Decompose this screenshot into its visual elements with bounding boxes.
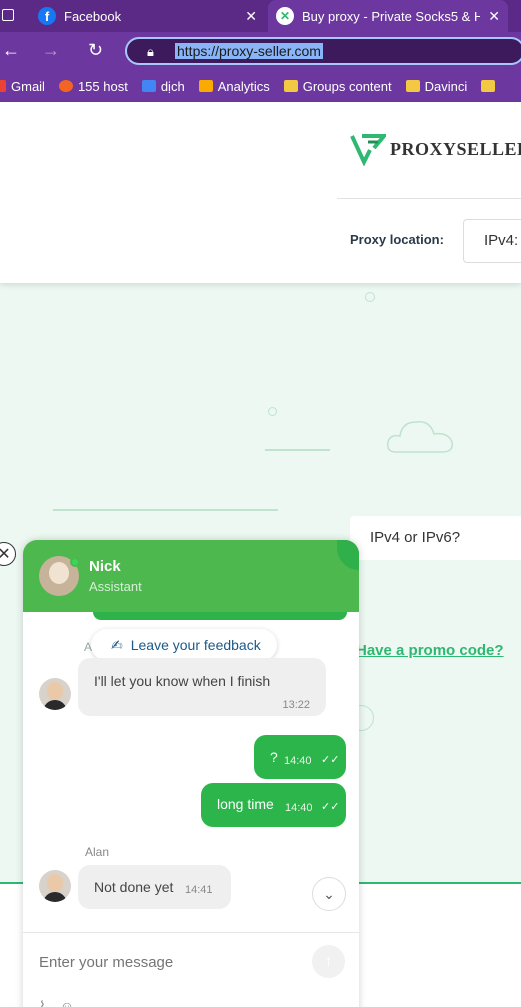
host-icon	[58, 80, 73, 92]
header-corner-decor	[337, 540, 359, 570]
logo-mark-icon	[350, 134, 386, 166]
send-button[interactable]: ↑	[312, 945, 345, 978]
message-text: long time	[217, 796, 274, 812]
chat-header: Nick Assistant	[23, 540, 359, 612]
bookmark-label: Davinci	[424, 78, 468, 94]
message-input[interactable]	[39, 947, 299, 977]
message-bubble-incoming: I'll let you know when I finish 13:22	[78, 658, 326, 716]
decor-line	[265, 449, 330, 451]
gmail-icon	[0, 80, 6, 92]
tab-proxyseller[interactable]: ✕ Buy proxy - Private Socks5 & HT ✕	[268, 0, 508, 32]
header-divider	[337, 198, 521, 199]
sender-name: Alan	[85, 845, 110, 859]
promo-code-link[interactable]: Have a promo code?	[356, 642, 504, 659]
emoji-icon[interactable]: ☺	[60, 998, 74, 1007]
bookmarks-bar: Gmail 155 host dịch Analytics Groups con…	[0, 70, 521, 102]
message-bubble-outgoing: ? 14:40 ✓✓	[254, 735, 346, 779]
proxyseller-icon: ✕	[276, 7, 294, 25]
folder-icon	[405, 80, 420, 92]
feedback-label: Leave your feedback	[130, 637, 261, 653]
operator-avatar	[39, 678, 71, 710]
tab-title: Buy proxy - Private Socks5 & HT	[302, 8, 480, 24]
lock-icon[interactable]: 🔒︎	[147, 44, 154, 60]
bookmark-label: 155 host	[77, 78, 128, 94]
bookmark-gmail[interactable]: Gmail	[0, 79, 45, 94]
bookmark-155-host[interactable]: 155 host	[58, 78, 128, 94]
address-bar[interactable]: 🔒︎ https://proxy-seller.com	[125, 37, 521, 65]
chat-widget: Nick Assistant A ✍︎ Leave your feedback …	[23, 540, 359, 1007]
browser-toolbar: ← → ↻ 🔒︎ https://proxy-seller.com	[0, 32, 521, 70]
chevron-down-icon: ⌄	[323, 885, 335, 902]
proxy-location-label: Proxy location:	[350, 232, 444, 247]
tab-list-icon[interactable]	[2, 9, 14, 21]
proxy-location-select[interactable]: IPv4:	[463, 219, 521, 263]
decor-circle	[268, 407, 277, 416]
folder-icon	[283, 80, 298, 92]
close-tab-icon[interactable]: ✕	[245, 8, 257, 25]
folder-icon	[481, 80, 496, 92]
facebook-icon: f	[38, 7, 56, 25]
message-text: ?	[270, 749, 278, 765]
ip-version-select[interactable]: IPv4 or IPv6?	[350, 516, 521, 560]
bookmark-label: Gmail	[11, 78, 45, 94]
scroll-down-button[interactable]: ⌄	[312, 877, 346, 911]
bookmark-label: dịch	[160, 78, 185, 94]
proxyseller-logo[interactable]: PROXYSELLER	[350, 132, 521, 166]
bookmark-groups-content[interactable]: Groups content	[283, 78, 392, 94]
double-check-icon: ✓✓	[321, 754, 340, 766]
url-text[interactable]: https://proxy-seller.com	[175, 43, 323, 59]
input-divider	[23, 932, 359, 933]
operator-avatar	[39, 870, 71, 902]
agent-role: Assistant	[89, 579, 142, 594]
previous-message-bubble	[93, 612, 347, 620]
bookmark-translate[interactable]: dịch	[141, 78, 185, 94]
message-text: I'll let you know when I finish	[94, 673, 271, 689]
tab-title: Facebook	[64, 8, 122, 24]
reload-icon[interactable]: ↻	[88, 40, 103, 61]
leave-feedback-button[interactable]: ✍︎ Leave your feedback	[91, 629, 277, 661]
analytics-icon	[198, 80, 213, 92]
message-time: 14:40	[284, 755, 312, 767]
translate-icon	[141, 80, 156, 92]
browser-tab-bar: f Facebook ✕ ✕ Buy proxy - Private Socks…	[0, 0, 521, 32]
close-tab-icon[interactable]: ✕	[488, 8, 500, 25]
online-status-icon	[70, 557, 80, 567]
message-list[interactable]: A ✍︎ Leave your feedback I'll let you kn…	[23, 612, 359, 932]
bookmark-label: Analytics	[217, 78, 270, 94]
logo-text: PROXYSELLER	[390, 138, 521, 159]
message-time: 13:22	[282, 699, 310, 711]
attach-icon[interactable]: ⌇	[39, 998, 46, 1007]
chat-tools: ⌇ ☺	[39, 998, 74, 1007]
tab-facebook[interactable]: f Facebook ✕	[30, 0, 265, 32]
arrow-up-icon: ↑	[324, 952, 333, 970]
decor-circle	[365, 292, 375, 302]
bookmark-folder[interactable]	[481, 80, 500, 92]
message-text: Not done yet	[94, 879, 174, 895]
cloud-icon	[386, 421, 454, 453]
pen-icon: ✍︎	[111, 636, 123, 653]
agent-name: Nick	[89, 558, 121, 575]
bookmark-analytics[interactable]: Analytics	[198, 78, 270, 94]
bookmark-label: Groups content	[302, 78, 392, 94]
message-bubble-incoming: Not done yet 14:41	[78, 865, 231, 909]
back-arrow-icon[interactable]: ←	[2, 40, 20, 61]
site-header: PROXYSELLER Proxy location: IPv4:	[0, 102, 521, 283]
decor-line	[53, 509, 278, 511]
message-time: 14:41	[185, 884, 213, 896]
forward-arrow-icon[interactable]: →	[42, 40, 60, 61]
message-time: 14:40	[285, 802, 313, 814]
double-check-icon: ✓✓	[321, 801, 340, 813]
bookmark-davinci[interactable]: Davinci	[405, 78, 468, 94]
message-bubble-outgoing: long time 14:40 ✓✓	[201, 783, 346, 827]
